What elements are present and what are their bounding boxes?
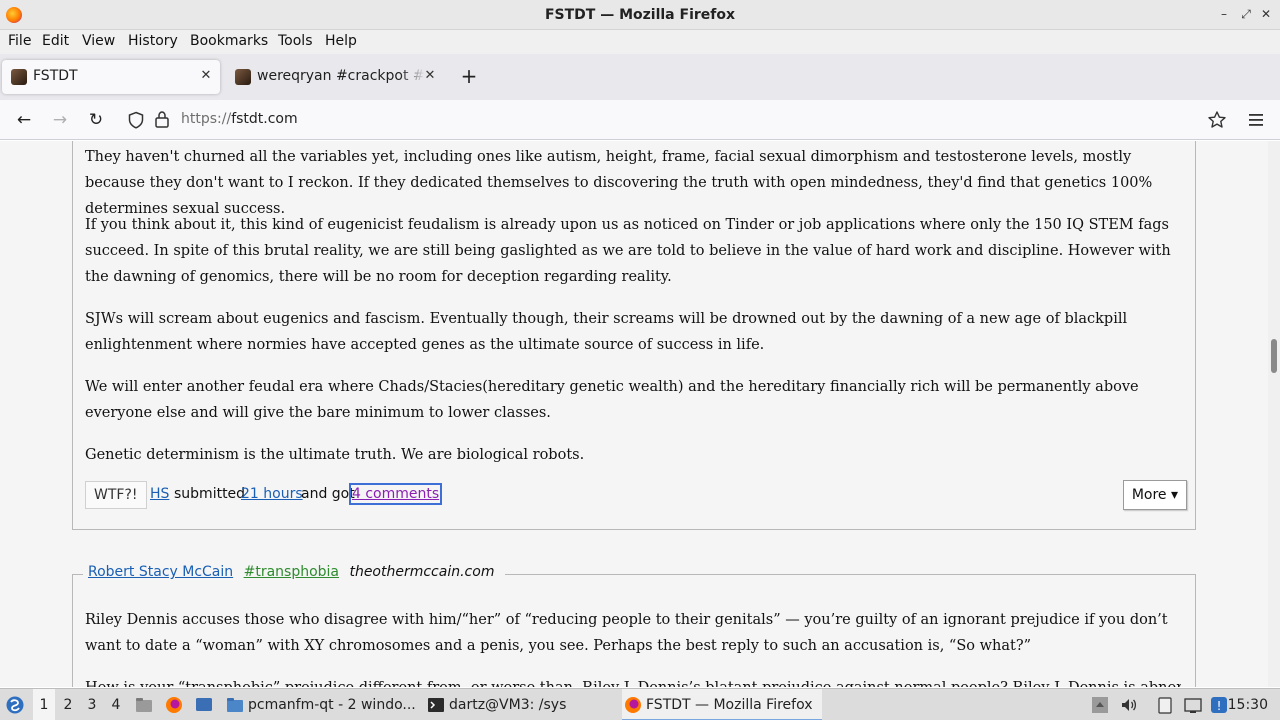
tray-eject-icon[interactable] bbox=[1091, 696, 1109, 714]
workspace-1[interactable]: 1 bbox=[33, 689, 55, 720]
menu-tools[interactable]: Tools bbox=[278, 33, 313, 49]
shield-icon[interactable] bbox=[127, 111, 145, 129]
reload-icon[interactable]: ↻ bbox=[85, 109, 107, 131]
workspace-3[interactable]: 3 bbox=[81, 689, 103, 720]
page-content: They haven't churned all the variables y… bbox=[0, 141, 1268, 687]
clipboard-icon[interactable] bbox=[1156, 696, 1174, 714]
clock[interactable]: 15:30 bbox=[1228, 689, 1268, 720]
minimize-icon[interactable]: – bbox=[1216, 6, 1232, 22]
menu-bar: File Edit View History Bookmarks Tools H… bbox=[0, 30, 1280, 54]
post-paragraph: They haven't churned all the variables y… bbox=[85, 149, 1153, 217]
network-icon[interactable] bbox=[1184, 696, 1202, 714]
tab-label: wereqryan #crackpot #d bbox=[257, 68, 425, 84]
close-window-icon[interactable]: ✕ bbox=[1258, 6, 1274, 22]
bookmark-star-icon[interactable] bbox=[1207, 110, 1227, 130]
tag-link[interactable]: #transphobia bbox=[244, 564, 339, 580]
post-footer: WTF?! HS submitted 21 hours and got 4 co… bbox=[85, 480, 1187, 510]
quote-card: Robert Stacy McCain #transphobia theothe… bbox=[72, 564, 1196, 687]
hamburger-menu-icon[interactable] bbox=[1248, 112, 1264, 128]
menu-edit[interactable]: Edit bbox=[42, 33, 69, 49]
taskbar-window-firefox[interactable]: FSTDT — Mozilla Firefox bbox=[622, 689, 822, 720]
scrollbar-thumb[interactable] bbox=[1271, 339, 1277, 373]
more-button[interactable]: More ▾ bbox=[1122, 480, 1187, 510]
workspace-4[interactable]: 4 bbox=[105, 689, 127, 720]
back-arrow-icon[interactable]: ← bbox=[13, 109, 35, 131]
file-manager-launcher-icon[interactable] bbox=[135, 696, 153, 714]
taskbar: 1 2 3 4 pcmanfm-qt - 2 windo... dartz@VM… bbox=[0, 688, 1280, 720]
source-site: theothermccain.com bbox=[349, 564, 495, 580]
site-favicon-icon bbox=[11, 69, 27, 85]
page-scrollbar[interactable] bbox=[1268, 141, 1280, 687]
menu-view[interactable]: View bbox=[82, 33, 115, 49]
firefox-launcher-icon[interactable] bbox=[165, 696, 183, 714]
url-text[interactable]: https://fstdt.com bbox=[181, 111, 298, 127]
navigation-toolbar: ← → ↻ https://fstdt.com bbox=[0, 100, 1280, 140]
time-link[interactable]: 21 hours bbox=[241, 486, 303, 502]
comments-link[interactable]: 4 comments bbox=[348, 483, 443, 505]
post-paragraph: How is your “transphobic” prejudice diff… bbox=[85, 675, 1181, 687]
menu-history[interactable]: History bbox=[128, 33, 178, 49]
tab-strip: FSTDT ✕ wereqryan #crackpot #d ✕ bbox=[0, 54, 1280, 100]
tab-wereqryan[interactable]: wereqryan #crackpot #d ✕ bbox=[226, 60, 444, 94]
start-menu-icon[interactable] bbox=[6, 696, 24, 714]
taskbar-window-label: dartz@VM3: /sys bbox=[449, 697, 567, 713]
taskbar-window-terminal[interactable]: dartz@VM3: /sys bbox=[425, 689, 615, 720]
post-header: Robert Stacy McCain #transphobia theothe… bbox=[83, 564, 506, 586]
post-paragraph: If you think about it, this kind of euge… bbox=[85, 217, 1171, 285]
terminal-icon bbox=[428, 698, 444, 712]
taskbar-window-pcmanfm[interactable]: pcmanfm-qt - 2 windo... bbox=[224, 689, 416, 720]
folder-icon bbox=[227, 698, 243, 712]
maximize-icon[interactable]: ⤢ bbox=[1238, 6, 1254, 22]
svg-text:!: ! bbox=[1217, 699, 1222, 713]
window-title: FSTDT — Mozilla Firefox bbox=[544, 7, 736, 23]
tab-fstdt[interactable]: FSTDT ✕ bbox=[2, 60, 220, 94]
taskbar-window-label: FSTDT — Mozilla Firefox bbox=[646, 697, 813, 713]
address-bar[interactable]: https://fstdt.com bbox=[120, 105, 1240, 135]
close-tab-icon[interactable]: ✕ bbox=[198, 68, 214, 84]
tab-label: FSTDT bbox=[33, 68, 78, 84]
update-notifier-icon[interactable]: ! bbox=[1210, 696, 1228, 714]
author-link[interactable]: Robert Stacy McCain bbox=[88, 564, 233, 580]
lock-icon[interactable] bbox=[154, 110, 170, 128]
site-favicon-icon bbox=[235, 69, 251, 85]
menu-file[interactable]: File bbox=[8, 33, 31, 49]
quote-card: They haven't churned all the variables y… bbox=[72, 141, 1196, 530]
post-paragraph: We will enter another feudal era where C… bbox=[85, 379, 1139, 421]
taskbar-window-label: pcmanfm-qt - 2 windo... bbox=[248, 697, 416, 713]
firefox-icon bbox=[625, 697, 641, 713]
submitter-link[interactable]: HS bbox=[150, 486, 169, 502]
window-titlebar: FSTDT — Mozilla Firefox – ⤢ ✕ bbox=[0, 0, 1280, 30]
wtf-button[interactable]: WTF?! bbox=[85, 481, 147, 509]
forward-arrow-icon[interactable]: → bbox=[49, 109, 71, 131]
post-paragraph: Riley Dennis accuses those who disagree … bbox=[85, 612, 1168, 654]
menu-help[interactable]: Help bbox=[325, 33, 357, 49]
got-text: and got bbox=[301, 486, 355, 502]
desktop-launcher-icon[interactable] bbox=[195, 696, 213, 714]
workspace-2[interactable]: 2 bbox=[57, 689, 79, 720]
new-tab-plus-icon[interactable]: + bbox=[459, 66, 479, 86]
submitted-text: submitted bbox=[174, 486, 246, 502]
post-paragraph: SJWs will scream about eugenics and fasc… bbox=[85, 311, 1128, 353]
menu-bookmarks[interactable]: Bookmarks bbox=[190, 33, 268, 49]
close-tab-icon[interactable]: ✕ bbox=[422, 68, 438, 84]
volume-icon[interactable] bbox=[1120, 696, 1138, 714]
post-paragraph: Genetic determinism is the ultimate trut… bbox=[85, 447, 585, 463]
